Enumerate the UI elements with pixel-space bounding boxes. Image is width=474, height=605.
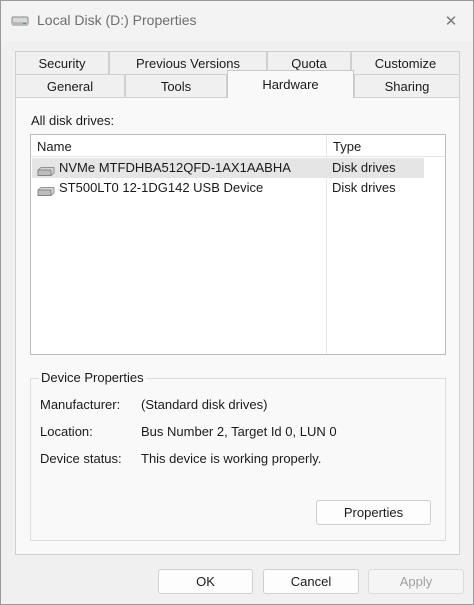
disk-drive-icon <box>37 184 55 196</box>
drive-type: Disk drives <box>332 160 396 175</box>
manufacturer-value: (Standard disk drives) <box>141 397 268 412</box>
location-label: Location: <box>40 424 93 439</box>
list-item[interactable]: NVMe MTFDHBA512QFD-1AX1AABHA Disk drives <box>32 158 424 178</box>
location-value: Bus Number 2, Target Id 0, LUN 0 <box>141 424 337 439</box>
device-properties-title: Device Properties <box>39 370 146 385</box>
tab-sharing[interactable]: Sharing <box>354 74 460 98</box>
column-header-name[interactable]: Name <box>31 135 326 157</box>
tab-hardware[interactable]: Hardware <box>227 70 354 98</box>
list-header: Name Type <box>31 135 445 157</box>
drive-name: NVMe MTFDHBA512QFD-1AX1AABHA <box>59 160 291 175</box>
properties-window: Local Disk (D:) Properties ✕ Security Pr… <box>0 0 474 605</box>
drive-type: Disk drives <box>332 180 396 195</box>
tab-tools[interactable]: Tools <box>125 74 227 98</box>
list-item[interactable]: ST500LT0 12-1DG142 USB Device Disk drive… <box>32 178 424 198</box>
title-bar[interactable]: Local Disk (D:) Properties ✕ <box>1 1 473 41</box>
drive-icon <box>11 13 29 27</box>
close-icon[interactable]: ✕ <box>437 9 465 33</box>
ok-button[interactable]: OK <box>158 569 253 594</box>
manufacturer-label: Manufacturer: <box>40 397 121 412</box>
apply-button[interactable]: Apply <box>368 569 464 594</box>
tab-security[interactable]: Security <box>15 51 109 75</box>
device-status-value: This device is working properly. <box>141 451 322 466</box>
tab-general[interactable]: General <box>15 74 125 98</box>
column-header-type[interactable]: Type <box>327 135 445 157</box>
device-status-label: Device status: <box>40 451 122 466</box>
disk-drive-icon <box>37 164 55 176</box>
all-disk-drives-label: All disk drives: <box>31 113 115 128</box>
properties-button[interactable]: Properties <box>316 500 431 525</box>
tab-customize[interactable]: Customize <box>351 51 460 75</box>
drive-name: ST500LT0 12-1DG142 USB Device <box>59 180 264 195</box>
disk-drives-list[interactable]: Name Type NVMe MTFDHBA512QFD-1AX1AABHA D… <box>30 134 446 355</box>
cancel-button[interactable]: Cancel <box>263 569 359 594</box>
window-title: Local Disk (D:) Properties <box>37 12 197 28</box>
